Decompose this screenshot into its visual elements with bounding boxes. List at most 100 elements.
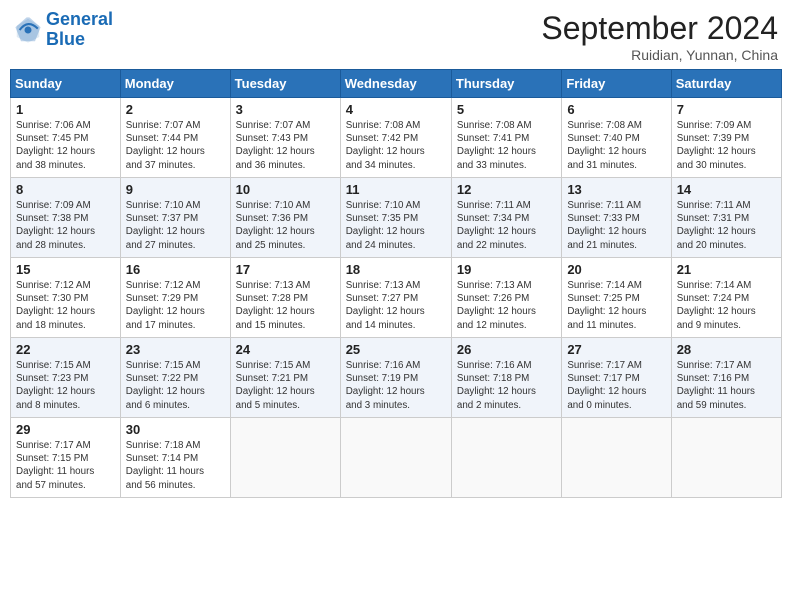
day-info: Sunrise: 7:07 AMSunset: 7:44 PMDaylight:… <box>126 119 225 172</box>
day-info: Sunrise: 7:07 AMSunset: 7:43 PMDaylight:… <box>236 119 335 172</box>
weekday-header-row: SundayMondayTuesdayWednesdayThursdayFrid… <box>11 70 782 98</box>
day-info: Sunrise: 7:06 AMSunset: 7:45 PMDaylight:… <box>16 119 115 172</box>
calendar-day-8: 8 Sunrise: 7:09 AMSunset: 7:38 PMDaylight… <box>11 178 121 258</box>
calendar-empty-cell <box>230 418 340 498</box>
calendar-day-20: 20 Sunrise: 7:14 AMSunset: 7:25 PMDayligh… <box>562 258 671 338</box>
calendar-table: SundayMondayTuesdayWednesdayThursdayFrid… <box>10 69 782 498</box>
day-info: Sunrise: 7:17 AMSunset: 7:15 PMDaylight:… <box>16 439 115 492</box>
day-info: Sunrise: 7:11 AMSunset: 7:34 PMDaylight:… <box>457 199 556 252</box>
weekday-header-monday: Monday <box>120 70 230 98</box>
day-number: 8 <box>16 182 115 197</box>
calendar-empty-cell <box>451 418 561 498</box>
calendar-day-4: 4Sunrise: 7:08 AMSunset: 7:42 PMDaylight… <box>340 98 451 178</box>
day-number: 19 <box>457 262 556 277</box>
day-info: Sunrise: 7:14 AMSunset: 7:25 PMDaylight:… <box>567 279 665 332</box>
calendar-week-4: 22 Sunrise: 7:15 AMSunset: 7:23 PMDayligh… <box>11 338 782 418</box>
weekday-header-saturday: Saturday <box>671 70 781 98</box>
logo-line1: General <box>46 9 113 29</box>
calendar-day-1: 1 Sunrise: 7:06 AMSunset: 7:45 PMDaylight… <box>11 98 121 178</box>
calendar-day-27: 27Sunrise: 7:17 AMSunset: 7:17 PMDayligh… <box>562 338 671 418</box>
calendar-day-25: 25 Sunrise: 7:16 AMSunset: 7:19 PMDayligh… <box>340 338 451 418</box>
day-number: 2 <box>126 102 225 117</box>
logo: General Blue <box>14 10 113 50</box>
day-number: 15 <box>16 262 115 277</box>
weekday-header-wednesday: Wednesday <box>340 70 451 98</box>
calendar-day-26: 26 Sunrise: 7:16 AMSunset: 7:18 PMDayligh… <box>451 338 561 418</box>
calendar-day-21: 21 Sunrise: 7:14 AMSunset: 7:24 PMDayligh… <box>671 258 781 338</box>
day-number: 13 <box>567 182 665 197</box>
calendar-day-7: 7 Sunrise: 7:09 AMSunset: 7:39 PMDaylight… <box>671 98 781 178</box>
calendar-day-2: 2 Sunrise: 7:07 AMSunset: 7:44 PMDaylight… <box>120 98 230 178</box>
month-title: September 2024 <box>541 10 778 47</box>
day-number: 24 <box>236 342 335 357</box>
day-info: Sunrise: 7:15 AMSunset: 7:21 PMDaylight:… <box>236 359 335 412</box>
location: Ruidian, Yunnan, China <box>541 47 778 63</box>
day-number: 3 <box>236 102 335 117</box>
calendar-day-28: 28 Sunrise: 7:17 AMSunset: 7:16 PMDayligh… <box>671 338 781 418</box>
calendar-day-5: 5 Sunrise: 7:08 AMSunset: 7:41 PMDaylight… <box>451 98 561 178</box>
calendar-day-14: 14 Sunrise: 7:11 AMSunset: 7:31 PMDayligh… <box>671 178 781 258</box>
day-number: 18 <box>346 262 446 277</box>
weekday-header-sunday: Sunday <box>11 70 121 98</box>
weekday-header-tuesday: Tuesday <box>230 70 340 98</box>
day-number: 12 <box>457 182 556 197</box>
calendar-week-3: 15 Sunrise: 7:12 AMSunset: 7:30 PMDayligh… <box>11 258 782 338</box>
day-info: Sunrise: 7:08 AMSunset: 7:41 PMDaylight:… <box>457 119 556 172</box>
day-number: 28 <box>677 342 776 357</box>
day-info: Sunrise: 7:15 AMSunset: 7:23 PMDaylight:… <box>16 359 115 412</box>
calendar-day-9: 9Sunrise: 7:10 AMSunset: 7:37 PMDaylight… <box>120 178 230 258</box>
calendar-day-3: 3 Sunrise: 7:07 AMSunset: 7:43 PMDaylight… <box>230 98 340 178</box>
calendar-day-15: 15 Sunrise: 7:12 AMSunset: 7:30 PMDayligh… <box>11 258 121 338</box>
day-number: 7 <box>677 102 776 117</box>
day-info: Sunrise: 7:14 AMSunset: 7:24 PMDaylight:… <box>677 279 776 332</box>
calendar-day-22: 22 Sunrise: 7:15 AMSunset: 7:23 PMDayligh… <box>11 338 121 418</box>
day-info: Sunrise: 7:12 AMSunset: 7:29 PMDaylight:… <box>126 279 225 332</box>
day-number: 29 <box>16 422 115 437</box>
logo-icon <box>14 16 42 44</box>
day-info: Sunrise: 7:18 AMSunset: 7:14 PMDaylight:… <box>126 439 225 492</box>
calendar-empty-cell <box>671 418 781 498</box>
calendar-day-11: 11Sunrise: 7:10 AMSunset: 7:35 PMDayligh… <box>340 178 451 258</box>
calendar-week-5: 29 Sunrise: 7:17 AMSunset: 7:15 PMDayligh… <box>11 418 782 498</box>
calendar-day-16: 16Sunrise: 7:12 AMSunset: 7:29 PMDayligh… <box>120 258 230 338</box>
calendar-day-19: 19 Sunrise: 7:13 AMSunset: 7:26 PMDayligh… <box>451 258 561 338</box>
day-info: Sunrise: 7:08 AMSunset: 7:42 PMDaylight:… <box>346 119 446 172</box>
day-info: Sunrise: 7:08 AMSunset: 7:40 PMDaylight:… <box>567 119 665 172</box>
day-number: 20 <box>567 262 665 277</box>
calendar-week-2: 8 Sunrise: 7:09 AMSunset: 7:38 PMDaylight… <box>11 178 782 258</box>
day-number: 5 <box>457 102 556 117</box>
day-number: 23 <box>126 342 225 357</box>
day-info: Sunrise: 7:16 AMSunset: 7:19 PMDaylight:… <box>346 359 446 412</box>
day-info: Sunrise: 7:13 AMSunset: 7:26 PMDaylight:… <box>457 279 556 332</box>
calendar-day-24: 24 Sunrise: 7:15 AMSunset: 7:21 PMDayligh… <box>230 338 340 418</box>
page-header: General Blue September 2024 Ruidian, Yun… <box>10 10 782 63</box>
day-info: Sunrise: 7:10 AMSunset: 7:36 PMDaylight:… <box>236 199 335 252</box>
day-number: 21 <box>677 262 776 277</box>
day-number: 26 <box>457 342 556 357</box>
day-info: Sunrise: 7:17 AMSunset: 7:16 PMDaylight:… <box>677 359 776 412</box>
day-info: Sunrise: 7:11 AMSunset: 7:33 PMDaylight:… <box>567 199 665 252</box>
day-info: Sunrise: 7:10 AMSunset: 7:37 PMDaylight:… <box>126 199 225 252</box>
day-info: Sunrise: 7:11 AMSunset: 7:31 PMDaylight:… <box>677 199 776 252</box>
day-info: Sunrise: 7:13 AMSunset: 7:27 PMDaylight:… <box>346 279 446 332</box>
day-number: 11 <box>346 182 446 197</box>
day-number: 22 <box>16 342 115 357</box>
day-number: 1 <box>16 102 115 117</box>
day-info: Sunrise: 7:12 AMSunset: 7:30 PMDaylight:… <box>16 279 115 332</box>
title-block: September 2024 Ruidian, Yunnan, China <box>541 10 778 63</box>
day-number: 17 <box>236 262 335 277</box>
day-info: Sunrise: 7:09 AMSunset: 7:39 PMDaylight:… <box>677 119 776 172</box>
day-info: Sunrise: 7:09 AMSunset: 7:38 PMDaylight:… <box>16 199 115 252</box>
day-info: Sunrise: 7:16 AMSunset: 7:18 PMDaylight:… <box>457 359 556 412</box>
calendar-day-10: 10Sunrise: 7:10 AMSunset: 7:36 PMDayligh… <box>230 178 340 258</box>
calendar-day-29: 29 Sunrise: 7:17 AMSunset: 7:15 PMDayligh… <box>11 418 121 498</box>
logo-line2: Blue <box>46 29 85 49</box>
day-number: 30 <box>126 422 225 437</box>
day-info: Sunrise: 7:15 AMSunset: 7:22 PMDaylight:… <box>126 359 225 412</box>
calendar-empty-cell <box>340 418 451 498</box>
calendar-week-1: 1 Sunrise: 7:06 AMSunset: 7:45 PMDaylight… <box>11 98 782 178</box>
day-number: 25 <box>346 342 446 357</box>
calendar-day-18: 18 Sunrise: 7:13 AMSunset: 7:27 PMDayligh… <box>340 258 451 338</box>
day-number: 14 <box>677 182 776 197</box>
calendar-day-12: 12 Sunrise: 7:11 AMSunset: 7:34 PMDayligh… <box>451 178 561 258</box>
